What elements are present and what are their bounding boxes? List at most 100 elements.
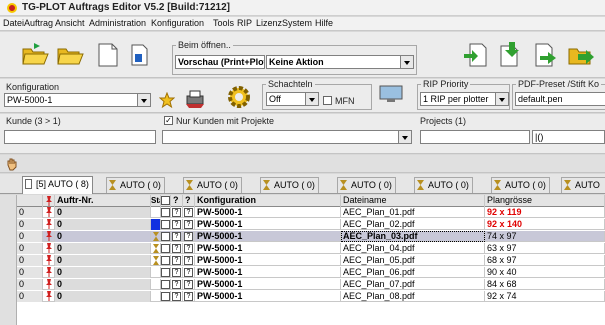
cell-plangroesse: 84 x 68 xyxy=(485,279,605,290)
folder-arrow-icon[interactable] xyxy=(566,40,596,70)
cell-checkbox[interactable] xyxy=(161,243,171,254)
table-row[interactable]: 0 0?? PW-5000-1 AEC_Plan_06.pdf 90 x 40 xyxy=(17,267,605,278)
header-konfiguration[interactable]: Konfiguration xyxy=(195,195,341,207)
beim-oeffnen-select-2[interactable]: Keine Aktion xyxy=(266,55,401,69)
cell-checkbox[interactable] xyxy=(161,219,171,230)
forward-document-icon[interactable] xyxy=(530,40,560,70)
cell-q1[interactable]: ? xyxy=(171,231,183,242)
mfn-checkbox[interactable] xyxy=(323,96,332,105)
tab-auto-8[interactable]: AUTO xyxy=(561,177,605,193)
table-row[interactable]: 0 0?? PW-5000-1 AEC_Plan_02.pdf 92 x 140 xyxy=(17,219,605,230)
table-row[interactable]: 0 0?? PW-5000-1 AEC_Plan_01.pdf 92 x 119 xyxy=(17,207,605,218)
gear-icon[interactable] xyxy=(225,83,253,111)
cell-q1[interactable]: ? xyxy=(171,207,183,218)
menu-konfiguration[interactable]: Konfiguration xyxy=(151,18,204,28)
menu-tools[interactable]: Tools xyxy=(213,18,234,28)
beim-oeffnen-select-1[interactable]: Vorschau (Print+Plots xyxy=(175,55,265,69)
monitor-icon[interactable] xyxy=(379,85,403,103)
printer-icon[interactable] xyxy=(184,89,206,109)
document-info-icon[interactable] xyxy=(125,40,155,70)
cell-q1[interactable]: ? xyxy=(171,279,183,290)
chevron-down-icon[interactable] xyxy=(306,92,319,106)
cell-konfiguration: PW-5000-1 xyxy=(195,243,341,254)
new-document-icon[interactable] xyxy=(93,40,123,70)
rip-priority-select[interactable]: 1 RIP per plotter xyxy=(420,92,496,106)
nur-kunden-checkbox[interactable]: ✓ xyxy=(164,116,173,125)
cell-q1[interactable]: ? xyxy=(171,243,183,254)
import-document-icon[interactable] xyxy=(495,40,525,70)
chevron-down-icon[interactable] xyxy=(399,130,412,144)
menu-ansicht[interactable]: Ansicht xyxy=(55,18,85,28)
tab-auto-3[interactable]: AUTO ( 0) xyxy=(183,177,242,193)
cell-checkbox[interactable] xyxy=(161,231,171,242)
export-document-icon[interactable] xyxy=(462,40,492,70)
konfiguration-select[interactable]: PW-5000-1 xyxy=(4,93,138,107)
cell-q1[interactable]: ? xyxy=(171,255,183,266)
projects-select[interactable]: |() xyxy=(532,130,605,144)
menu-auftrag[interactable]: Auftrag xyxy=(24,18,53,28)
checkbox-icon xyxy=(161,244,170,253)
cell-q2[interactable]: ? xyxy=(183,231,195,242)
menu-rip[interactable]: RIP xyxy=(237,18,252,28)
kunde-input[interactable] xyxy=(4,130,156,144)
cell-checkbox[interactable] xyxy=(161,291,171,302)
table-row[interactable]: 0 0?? PW-5000-1 AEC_Plan_07.pdf 84 x 68 xyxy=(17,279,605,290)
tab-auto-2[interactable]: AUTO ( 0) xyxy=(106,177,165,193)
table-row[interactable]: 0 0?? PW-5000-1 AEC_Plan_08.pdf 92 x 74 xyxy=(17,291,605,302)
cell-status xyxy=(151,279,161,290)
tab-auto-6[interactable]: AUTO ( 0) xyxy=(414,177,473,193)
cell-q2[interactable]: ? xyxy=(183,291,195,302)
cell-q1[interactable]: ? xyxy=(171,267,183,278)
cell-checkbox[interactable] xyxy=(161,279,171,290)
header-status[interactable]: Sta xyxy=(151,195,161,207)
row-pin xyxy=(43,279,55,290)
header-q2[interactable]: ? xyxy=(183,195,195,207)
header-auftr-nr[interactable]: Auftr-Nr. xyxy=(55,195,151,207)
cell-q2[interactable]: ? xyxy=(183,207,195,218)
cell-dateiname: AEC_Plan_08.pdf xyxy=(341,291,485,302)
hourglass-icon xyxy=(263,180,270,190)
cell-q2[interactable]: ? xyxy=(183,243,195,254)
cell-checkbox[interactable] xyxy=(161,267,171,278)
tab-auto-7[interactable]: AUTO ( 0) xyxy=(491,177,550,193)
cell-plangroesse: 68 x 97 xyxy=(485,255,605,266)
table-row[interactable]: 0 0?? PW-5000-1 AEC_Plan_05.pdf 68 x 97 xyxy=(17,255,605,266)
table-row[interactable]: 0 0?? PW-5000-1 AEC_Plan_04.pdf 63 x 97 xyxy=(17,243,605,254)
cell-q2[interactable]: ? xyxy=(183,279,195,290)
pdf-preset-select[interactable]: default.pen xyxy=(515,92,605,106)
header-plangroesse[interactable]: Plangrösse xyxy=(485,195,605,207)
cell-q2[interactable]: ? xyxy=(183,267,195,278)
cell-konfiguration: PW-5000-1 xyxy=(195,279,341,290)
row-number: 0 xyxy=(17,219,43,230)
kunde-select[interactable] xyxy=(162,130,399,144)
table-row[interactable]: 0 0?? PW-5000-1 AEC_Plan_03.pdf 74 x 97 xyxy=(17,231,605,242)
rip-priority-group: RIP Priority 1 RIP per plotter xyxy=(417,79,510,110)
pdf-preset-group: PDF-Preset /Stift Ko default.pen xyxy=(512,79,605,110)
cell-q2[interactable]: ? xyxy=(183,255,195,266)
cell-checkbox[interactable] xyxy=(161,207,171,218)
cell-q1[interactable]: ? xyxy=(171,219,183,230)
tab-auto-4[interactable]: AUTO ( 0) xyxy=(260,177,319,193)
cell-checkbox[interactable] xyxy=(161,255,171,266)
schachteln-select[interactable]: Off xyxy=(266,92,306,106)
projects-input[interactable] xyxy=(420,130,530,144)
cell-q2[interactable]: ? xyxy=(183,219,195,230)
folder-icon[interactable] xyxy=(55,40,85,70)
tab-auto-5[interactable]: AUTO ( 0) xyxy=(337,177,396,193)
header-dateiname[interactable]: Dateiname xyxy=(341,195,485,207)
star-icon[interactable] xyxy=(159,92,175,108)
header-q1[interactable]: ? xyxy=(171,195,183,207)
chevron-down-icon[interactable] xyxy=(138,93,151,107)
menu-hilfe[interactable]: Hilfe xyxy=(315,18,333,28)
menu-system[interactable]: System xyxy=(282,18,312,28)
tab-auto-1[interactable]: [5] AUTO ( 8) xyxy=(22,176,93,194)
hand-icon[interactable] xyxy=(5,157,19,171)
open-folder-icon[interactable] xyxy=(20,40,50,70)
cell-q1[interactable]: ? xyxy=(171,291,183,302)
header-check[interactable] xyxy=(161,195,171,207)
chevron-down-icon[interactable] xyxy=(401,55,414,69)
menu-lizenz[interactable]: Lizenz xyxy=(256,18,282,28)
chevron-down-icon[interactable] xyxy=(496,92,509,106)
menu-datei[interactable]: Datei xyxy=(3,18,24,28)
menu-administration[interactable]: Administration xyxy=(89,18,146,28)
